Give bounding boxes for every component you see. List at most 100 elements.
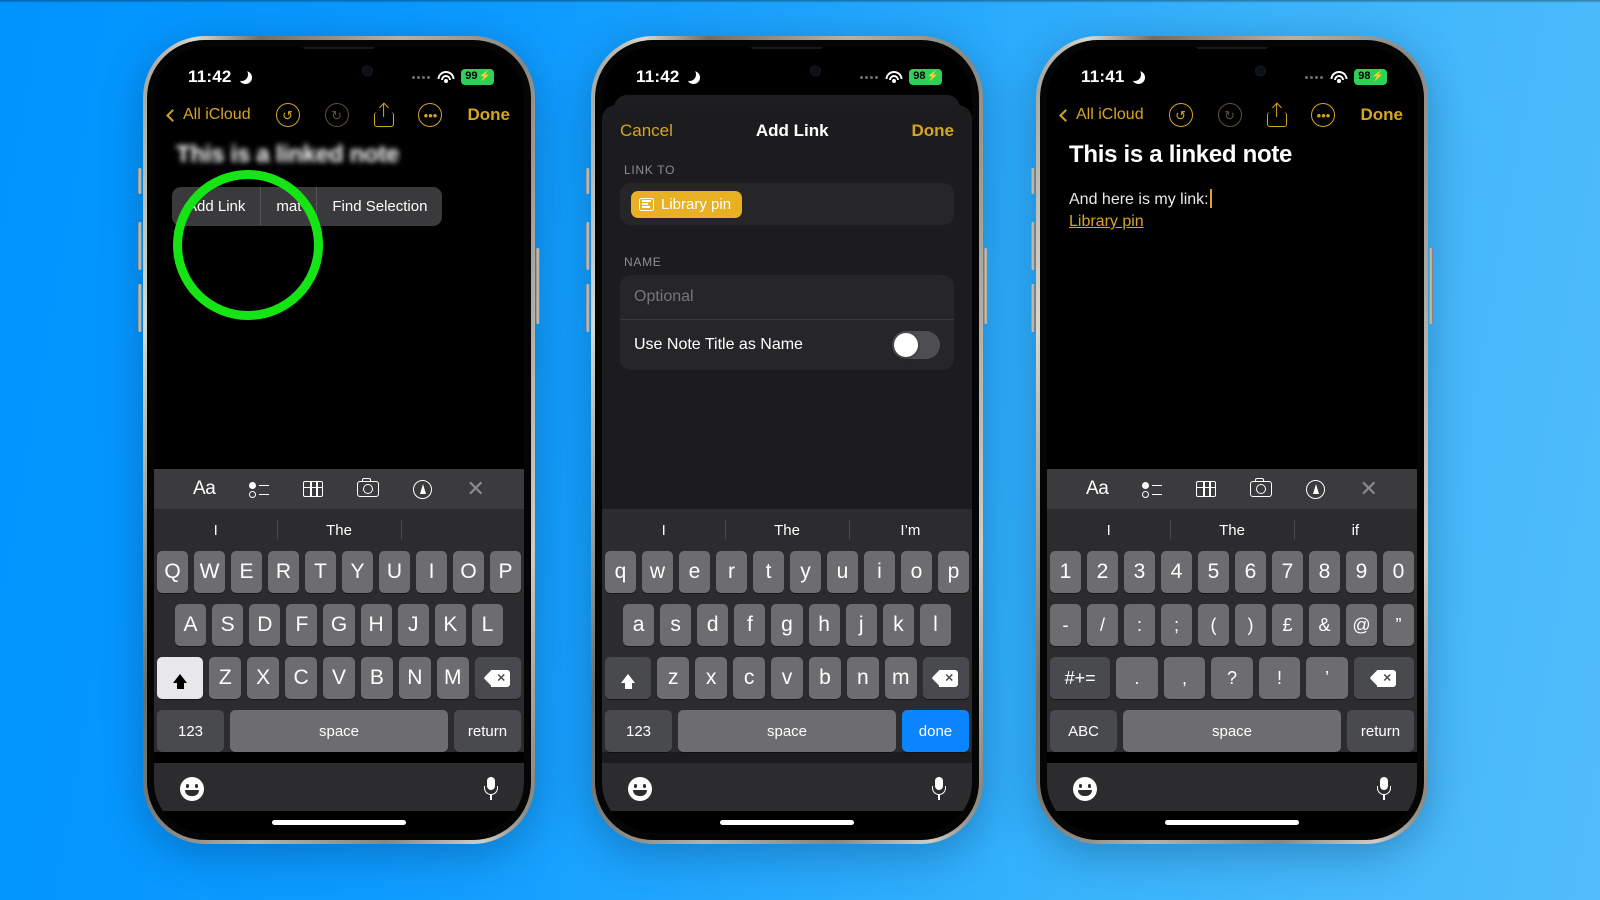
key-semicolon[interactable]: ; bbox=[1161, 604, 1192, 646]
key-u[interactable]: U bbox=[379, 551, 410, 593]
key-o[interactable]: o bbox=[901, 551, 932, 593]
key-at[interactable]: @ bbox=[1346, 604, 1377, 646]
cancel-button[interactable]: Cancel bbox=[620, 121, 673, 141]
key-z[interactable]: z bbox=[657, 657, 690, 699]
key-i[interactable]: I bbox=[416, 551, 447, 593]
key-9[interactable]: 9 bbox=[1346, 551, 1377, 593]
key-comma[interactable]: , bbox=[1163, 657, 1206, 699]
delete-icon[interactable]: ✕ bbox=[922, 657, 970, 699]
home-indicator[interactable] bbox=[1047, 811, 1417, 833]
volume-down-button[interactable] bbox=[1031, 284, 1035, 332]
numbers-key[interactable]: 123 bbox=[157, 710, 225, 752]
delete-icon[interactable]: ✕ bbox=[1353, 657, 1414, 699]
abc-key[interactable]: ABC bbox=[1050, 710, 1118, 752]
table-icon[interactable] bbox=[1196, 481, 1217, 497]
key-7[interactable]: 7 bbox=[1272, 551, 1303, 593]
name-input-row[interactable]: Optional bbox=[620, 275, 954, 319]
key-v[interactable]: v bbox=[771, 657, 803, 699]
name-input[interactable]: Optional bbox=[634, 288, 694, 306]
checklist-icon[interactable] bbox=[249, 481, 270, 498]
key-c[interactable]: c bbox=[733, 657, 766, 699]
key-r[interactable]: r bbox=[716, 551, 747, 593]
note-link-library-pin[interactable]: Library pin bbox=[1069, 213, 1144, 231]
key-w[interactable]: w bbox=[642, 551, 673, 593]
key-a[interactable]: A bbox=[175, 604, 207, 646]
table-icon[interactable] bbox=[303, 481, 324, 497]
key-w[interactable]: W bbox=[194, 551, 225, 593]
key-apostrophe[interactable]: ’ bbox=[1306, 657, 1348, 699]
key-a[interactable]: a bbox=[623, 604, 655, 646]
undo-icon[interactable]: ↺ bbox=[275, 103, 300, 127]
checklist-icon[interactable] bbox=[1142, 481, 1163, 498]
key-q[interactable]: Q bbox=[157, 551, 188, 593]
key-v[interactable]: V bbox=[323, 657, 355, 699]
key-g[interactable]: G bbox=[323, 604, 355, 646]
power-button[interactable] bbox=[984, 248, 988, 324]
mute-switch[interactable] bbox=[586, 168, 590, 194]
key-pound[interactable]: £ bbox=[1272, 604, 1303, 646]
microphone-icon[interactable] bbox=[1377, 777, 1391, 801]
power-button[interactable] bbox=[1429, 248, 1433, 324]
key-d[interactable]: D bbox=[249, 604, 281, 646]
done-button[interactable]: Done bbox=[467, 105, 510, 125]
key-exclamation[interactable]: ! bbox=[1258, 657, 1301, 699]
key-j[interactable]: j bbox=[845, 604, 877, 646]
key-q[interactable]: q bbox=[605, 551, 636, 593]
key-d[interactable]: d bbox=[697, 604, 729, 646]
prediction-2[interactable]: if bbox=[1294, 522, 1417, 539]
space-key[interactable]: space bbox=[1123, 710, 1341, 752]
text-format-icon[interactable]: Aa bbox=[193, 478, 216, 500]
note-body[interactable]: This is a linked note And here is my lin… bbox=[1047, 135, 1417, 237]
key-colon[interactable]: : bbox=[1124, 604, 1155, 646]
key-2[interactable]: 2 bbox=[1087, 551, 1118, 593]
key-question[interactable]: ? bbox=[1211, 657, 1253, 699]
key-k[interactable]: k bbox=[882, 604, 914, 646]
key-g[interactable]: g bbox=[771, 604, 803, 646]
key-1[interactable]: 1 bbox=[1050, 551, 1081, 593]
back-to-all-icloud-button[interactable]: All iCloud bbox=[166, 106, 251, 124]
key-slash[interactable]: / bbox=[1087, 604, 1118, 646]
key-hyphen[interactable]: - bbox=[1050, 604, 1081, 646]
home-indicator[interactable] bbox=[154, 811, 524, 833]
volume-down-button[interactable] bbox=[138, 284, 142, 332]
prediction-1[interactable]: The bbox=[277, 522, 400, 539]
key-b[interactable]: b bbox=[808, 657, 841, 699]
text-format-icon[interactable]: Aa bbox=[1086, 478, 1109, 500]
close-icon[interactable]: ✕ bbox=[467, 478, 485, 500]
key-k[interactable]: K bbox=[434, 604, 466, 646]
microphone-icon[interactable] bbox=[484, 777, 498, 801]
key-e[interactable]: E bbox=[231, 551, 262, 593]
shift-icon[interactable] bbox=[605, 657, 652, 699]
key-p[interactable]: P bbox=[490, 551, 521, 593]
key-paren-close[interactable]: ) bbox=[1235, 604, 1266, 646]
key-h[interactable]: h bbox=[808, 604, 840, 646]
key-p[interactable]: p bbox=[938, 551, 969, 593]
prediction-1[interactable]: The bbox=[725, 522, 848, 539]
key-t[interactable]: T bbox=[305, 551, 336, 593]
redo-icon[interactable]: ↻ bbox=[1217, 103, 1242, 127]
share-icon[interactable] bbox=[373, 102, 394, 127]
delete-icon[interactable]: ✕ bbox=[474, 657, 522, 699]
prediction-1[interactable]: The bbox=[1170, 522, 1293, 539]
space-key[interactable]: space bbox=[230, 710, 448, 752]
key-x[interactable]: X bbox=[247, 657, 280, 699]
key-period[interactable]: . bbox=[1116, 657, 1158, 699]
emoji-icon[interactable] bbox=[1073, 777, 1097, 801]
key-o[interactable]: O bbox=[453, 551, 484, 593]
volume-down-button[interactable] bbox=[586, 284, 590, 332]
done-button[interactable]: Done bbox=[1360, 105, 1403, 125]
use-note-title-toggle[interactable] bbox=[892, 331, 940, 359]
undo-icon[interactable]: ↺ bbox=[1168, 103, 1193, 127]
share-icon[interactable] bbox=[1266, 102, 1287, 127]
link-chip[interactable]: Library pin bbox=[631, 190, 743, 218]
power-button[interactable] bbox=[536, 248, 540, 324]
key-6[interactable]: 6 bbox=[1235, 551, 1266, 593]
key-c[interactable]: C bbox=[285, 657, 318, 699]
markup-pen-icon[interactable] bbox=[1306, 479, 1326, 499]
key-j[interactable]: J bbox=[397, 604, 429, 646]
context-menu-item-find-selection[interactable]: Find Selection bbox=[317, 187, 442, 226]
key-i[interactable]: i bbox=[864, 551, 895, 593]
camera-icon[interactable] bbox=[1250, 478, 1273, 497]
space-key[interactable]: space bbox=[678, 710, 896, 752]
key-paren-open[interactable]: ( bbox=[1198, 604, 1229, 646]
